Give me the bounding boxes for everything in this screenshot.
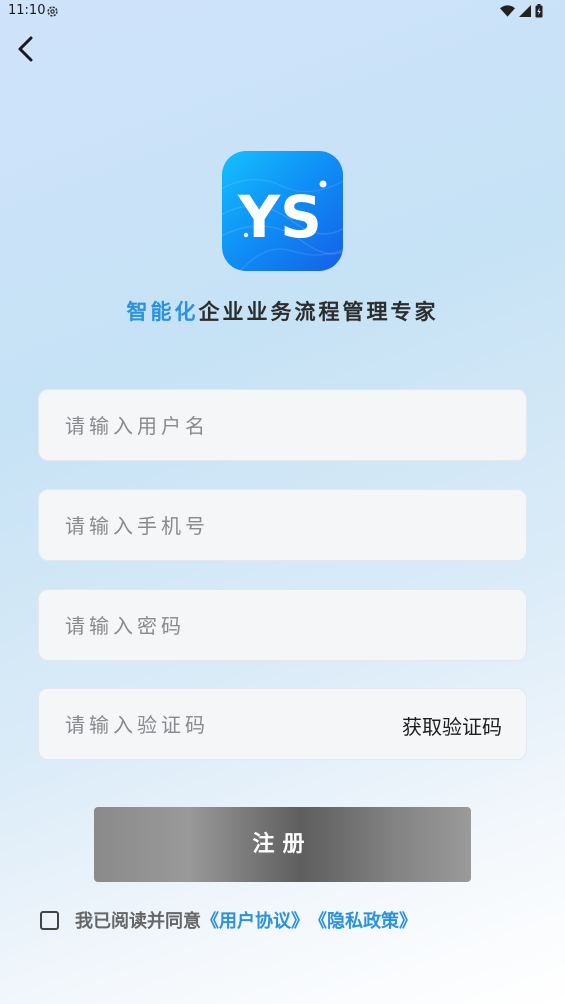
gear-icon [47, 6, 58, 17]
code-input[interactable] [63, 689, 367, 761]
slogan-rest: 企业业务流程管理专家 [198, 300, 439, 324]
chevron-left-icon [18, 36, 33, 62]
password-input[interactable] [63, 590, 367, 662]
register-button[interactable]: 注册 [94, 807, 471, 882]
signal-icon [519, 5, 531, 17]
app-logo: YS [222, 151, 343, 271]
get-code-button[interactable]: 获取验证码 [402, 711, 502, 740]
wifi-icon [500, 5, 515, 17]
phone-input[interactable] [63, 490, 367, 562]
user-agreement-link[interactable]: 《用户协议》 [201, 907, 309, 933]
agreement-checkbox[interactable] [40, 910, 59, 930]
back-button[interactable] [12, 34, 42, 64]
slogan-highlight: 智能化 [126, 300, 199, 324]
agreement-text: 我已阅读并同意 [75, 911, 201, 932]
privacy-policy-link[interactable]: 《隐私政策》 [309, 907, 417, 933]
status-time: 11:10 [8, 3, 46, 18]
logo-text: YS [237, 183, 322, 251]
phone-field [38, 489, 527, 562]
battery-icon [535, 4, 543, 18]
username-field [38, 389, 527, 462]
app-slogan: 智能化企业业务流程管理专家 [0, 296, 565, 326]
username-input[interactable] [63, 390, 367, 462]
status-bar: 11:10 [0, 0, 565, 24]
password-field [38, 589, 527, 662]
code-field: 获取验证码 [38, 688, 527, 761]
status-icons [500, 4, 543, 18]
agreement-row: 我已阅读并同意 《用户协议》 《隐私政策》 [40, 907, 417, 933]
